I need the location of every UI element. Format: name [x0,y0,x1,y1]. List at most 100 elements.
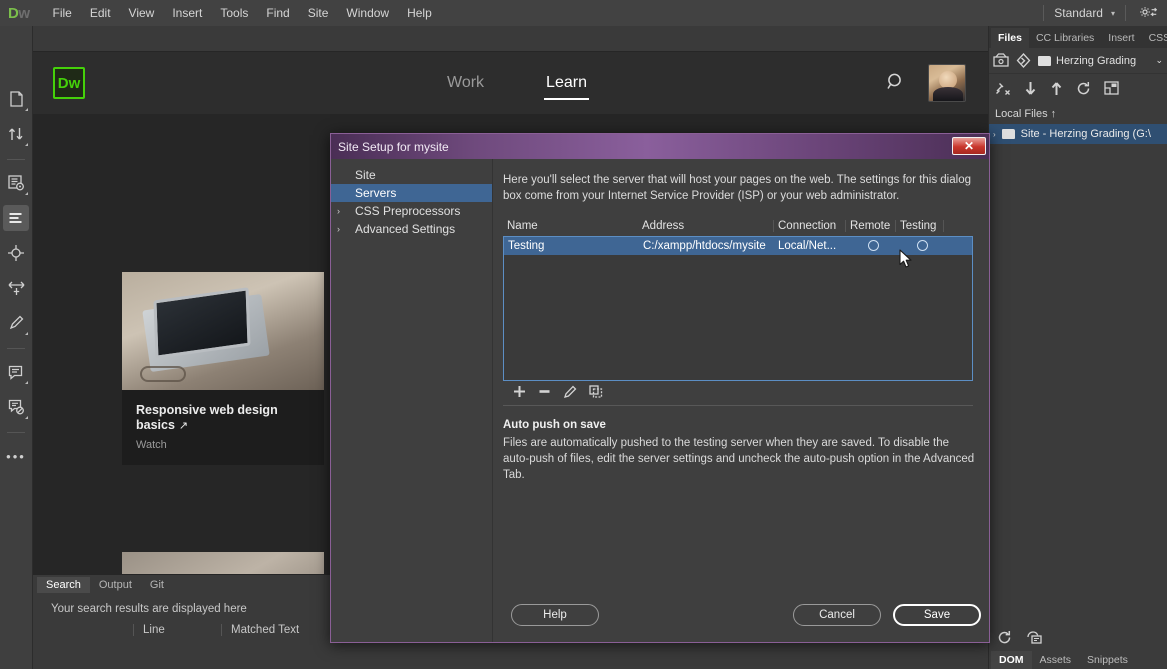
menu-tools[interactable]: Tools [211,0,257,26]
divider [1043,5,1044,21]
chevron-right-icon[interactable]: › [993,130,996,139]
results-column-matched-text: Matched Text [221,624,299,636]
get-files-icon[interactable] [1024,81,1037,96]
column-header-address: Address [638,220,773,232]
results-column-line: Line [133,624,221,636]
divider [7,432,25,433]
connect-icon[interactable] [995,81,1011,96]
git-branch-icon[interactable] [1016,53,1031,68]
tab-learn[interactable]: Learn [544,52,589,114]
search-icon[interactable] [886,72,906,95]
right-panel-bottom: DOM Assets Snippets [989,627,1167,669]
divider [7,159,25,160]
category-label: Advanced Settings [355,222,455,236]
more-options-icon[interactable]: ••• [3,443,29,469]
document-tab-strip [33,26,988,52]
local-files-label: Local Files [995,108,1048,120]
expand-icon[interactable] [1104,81,1119,95]
put-files-icon[interactable] [1050,81,1063,96]
tab-output[interactable]: Output [90,577,141,593]
menu-insert[interactable]: Insert [163,0,211,26]
tab-files[interactable]: Files [991,28,1029,48]
tab-snippets[interactable]: Snippets [1079,651,1136,669]
sort-arrows-icon[interactable] [3,121,29,147]
cell-address: C:/xampp/htdocs/mysite [639,240,774,252]
category-site[interactable]: Site [331,166,492,184]
divider [1125,5,1126,21]
chevron-down-icon[interactable]: ⌄ [1155,55,1163,66]
tab-insert[interactable]: Insert [1101,28,1141,48]
cell-remote[interactable] [846,240,896,251]
format-source-icon[interactable] [3,205,29,231]
menu-edit[interactable]: Edit [81,0,120,26]
autopush-description: Files are automatically pushed to the te… [503,435,977,484]
column-header-testing: Testing [895,220,943,232]
target-icon[interactable] [3,240,29,266]
menu-bar: Dw File Edit View Insert Tools Find Site… [0,0,1167,26]
cell-connection: Local/Net... [774,240,846,252]
menu-site[interactable]: Site [299,0,338,26]
category-label: Servers [355,186,396,200]
comment-icon[interactable] [3,359,29,385]
cancel-button[interactable]: Cancel [793,604,881,626]
menu-view[interactable]: View [120,0,164,26]
tab-css-designer[interactable]: CSS Des [1142,28,1167,48]
menu-file[interactable]: File [44,0,81,26]
tab-search[interactable]: Search [37,577,90,593]
tab-assets[interactable]: Assets [1032,651,1080,669]
tab-git[interactable]: Git [141,577,173,593]
gear-icon[interactable] [1140,5,1157,22]
remove-server-button[interactable] [538,385,551,398]
menu-find[interactable]: Find [257,0,298,26]
sort-ascending-icon[interactable]: ↑ [1051,108,1057,120]
add-server-button[interactable] [513,385,526,398]
edit-pencil-icon[interactable] [3,310,29,336]
file-tree-row[interactable]: › Site - Herzing Grading (G:\ [989,124,1167,144]
chevron-down-icon[interactable]: ▾ [1111,9,1115,18]
menu-window[interactable]: Window [337,0,398,26]
site-manage-icon[interactable] [993,53,1009,68]
category-advanced-settings[interactable]: › Advanced Settings [331,220,492,238]
remove-comment-icon[interactable] [3,394,29,420]
refresh-icon[interactable] [997,630,1012,648]
external-link-icon[interactable]: ↗ [179,420,188,432]
dialog-title-bar[interactable]: Site Setup for mysite ✕ [331,134,989,159]
code-inspect-icon[interactable] [3,170,29,196]
dom-inspect-icon[interactable] [1026,630,1043,649]
category-label: Site [355,168,376,182]
testing-radio-button[interactable] [917,240,928,251]
site-dropdown-label: Herzing Grading [1056,55,1136,67]
help-button[interactable]: Help [511,604,599,626]
tab-cc-libraries[interactable]: CC Libraries [1029,28,1101,48]
start-page-tabs: Work Learn [445,52,647,114]
learn-card[interactable]: Responsive web design basics↗ Watch [122,272,324,465]
column-header-name: Name [503,220,638,232]
folder-icon [1002,129,1015,139]
tab-work[interactable]: Work [445,52,486,114]
category-servers[interactable]: Servers [331,184,492,202]
resize-width-icon[interactable] [3,275,29,301]
start-page-header: Dw Work Learn [33,52,988,114]
new-document-icon[interactable] [3,86,29,112]
workspace-selector-label[interactable]: Standard [1054,6,1103,20]
app-logo: Dw [8,5,30,22]
close-icon[interactable]: ✕ [952,137,986,155]
avatar[interactable] [928,64,966,102]
dialog-category-list: Site Servers › CSS Preprocessors › Advan… [331,159,493,642]
chevron-right-icon[interactable]: › [337,206,351,216]
duplicate-server-button[interactable] [589,385,604,399]
mouse-cursor [899,249,913,269]
menu-help[interactable]: Help [398,0,441,26]
card-subtitle: Watch [136,439,310,451]
refresh-icon[interactable] [1076,81,1091,96]
tab-dom[interactable]: DOM [991,651,1032,669]
card-title-text: Responsive web design basics [136,403,278,432]
remote-radio-button[interactable] [868,240,879,251]
category-css-preprocessors[interactable]: › CSS Preprocessors [331,202,492,220]
servers-table-header: Name Address Connection Remote Testing [503,220,973,236]
site-dropdown[interactable]: Herzing Grading ⌄ [1038,55,1163,67]
chevron-right-icon[interactable]: › [337,224,351,234]
card-title: Responsive web design basics↗ [136,403,310,433]
save-button[interactable]: Save [893,604,981,626]
edit-server-button[interactable] [563,385,577,399]
